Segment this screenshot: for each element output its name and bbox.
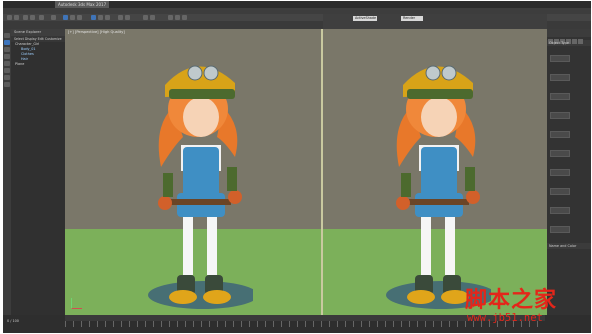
utilities-tab-icon[interactable] [578, 39, 583, 44]
link-icon[interactable] [23, 15, 28, 20]
object-button[interactable] [549, 226, 570, 233]
scene-explorer: Scene Explorer Select Display Edit Custo… [11, 29, 65, 315]
explorer-tool-icon[interactable] [4, 40, 10, 45]
geometry-filter-icon[interactable] [4, 54, 10, 59]
mirror-icon[interactable] [143, 15, 148, 20]
frame-counter: 0 / 100 [7, 319, 19, 323]
object-button[interactable] [549, 150, 570, 157]
select-filter-icon[interactable] [51, 15, 56, 20]
snap-icon[interactable] [118, 15, 123, 20]
object-button[interactable] [549, 207, 570, 214]
render-setup-icon[interactable] [175, 15, 180, 20]
tab-display[interactable]: Display [25, 37, 37, 41]
bind-icon[interactable] [39, 15, 44, 20]
watermark: 脚本之家 www.jb51.net [465, 282, 590, 330]
perspective-viewport[interactable]: [+] [Perspective] [High Quality] [65, 29, 323, 315]
helpers-filter-icon[interactable] [4, 82, 10, 87]
move-icon[interactable] [91, 15, 96, 20]
axis-gizmo [71, 298, 82, 309]
render-mode-select[interactable]: Render [401, 16, 423, 21]
scene-explorer-header: Scene Explorer [11, 29, 65, 36]
unlink-icon[interactable] [30, 15, 35, 20]
scene-item[interactable]: Plane [11, 62, 65, 67]
object-button[interactable] [549, 169, 570, 176]
character-render [386, 65, 491, 309]
rotate-icon[interactable] [98, 15, 103, 20]
render-icon[interactable] [182, 15, 187, 20]
watermark-url: www.jb51.net [467, 312, 543, 324]
angle-snap-icon[interactable] [125, 15, 130, 20]
redo-icon[interactable] [14, 15, 19, 20]
tab-customize[interactable]: Customize [45, 37, 62, 41]
select-icon[interactable] [63, 15, 68, 20]
undo-icon[interactable] [7, 15, 12, 20]
object-button[interactable] [549, 55, 570, 62]
select-tool-icon[interactable] [4, 33, 10, 38]
shapes-filter-icon[interactable] [4, 61, 10, 66]
command-panel: Object Type Name and Color [547, 29, 591, 315]
lights-filter-icon[interactable] [4, 68, 10, 73]
display-tab-icon[interactable] [572, 39, 577, 44]
object-button[interactable] [549, 93, 570, 100]
character-render [148, 65, 253, 309]
scale-icon[interactable] [105, 15, 110, 20]
object-button[interactable] [549, 74, 570, 81]
object-button[interactable] [549, 112, 570, 119]
region-icon[interactable] [77, 15, 82, 20]
material-editor-icon[interactable] [168, 15, 173, 20]
tab-edit[interactable]: Edit [38, 37, 44, 41]
activeshade-viewport[interactable] [323, 29, 547, 315]
activeshade-toolbar: ActiveShade Render [323, 14, 547, 29]
cameras-filter-icon[interactable] [4, 75, 10, 80]
select-by-name-icon[interactable] [70, 15, 75, 20]
align-icon[interactable] [150, 15, 155, 20]
left-tool-strip [3, 29, 11, 315]
title-bar: Autodesk 3ds Max 2017 [3, 1, 591, 8]
object-button[interactable] [549, 131, 570, 138]
activeshade-preset[interactable]: ActiveShade [353, 16, 377, 21]
watermark-logo-text: 脚本之家 [465, 287, 558, 313]
command-panel-tabs [547, 29, 591, 44]
object-button[interactable] [549, 188, 570, 195]
tab-select[interactable]: Select [14, 37, 24, 41]
viewport-label[interactable]: [+] [Perspective] [High Quality] [68, 30, 125, 34]
filter-tool-icon[interactable] [4, 47, 10, 52]
object-type-buttons [547, 46, 591, 240]
window-title: Autodesk 3ds Max 2017 [55, 1, 110, 8]
name-color-header[interactable]: Name and Color [547, 243, 591, 249]
